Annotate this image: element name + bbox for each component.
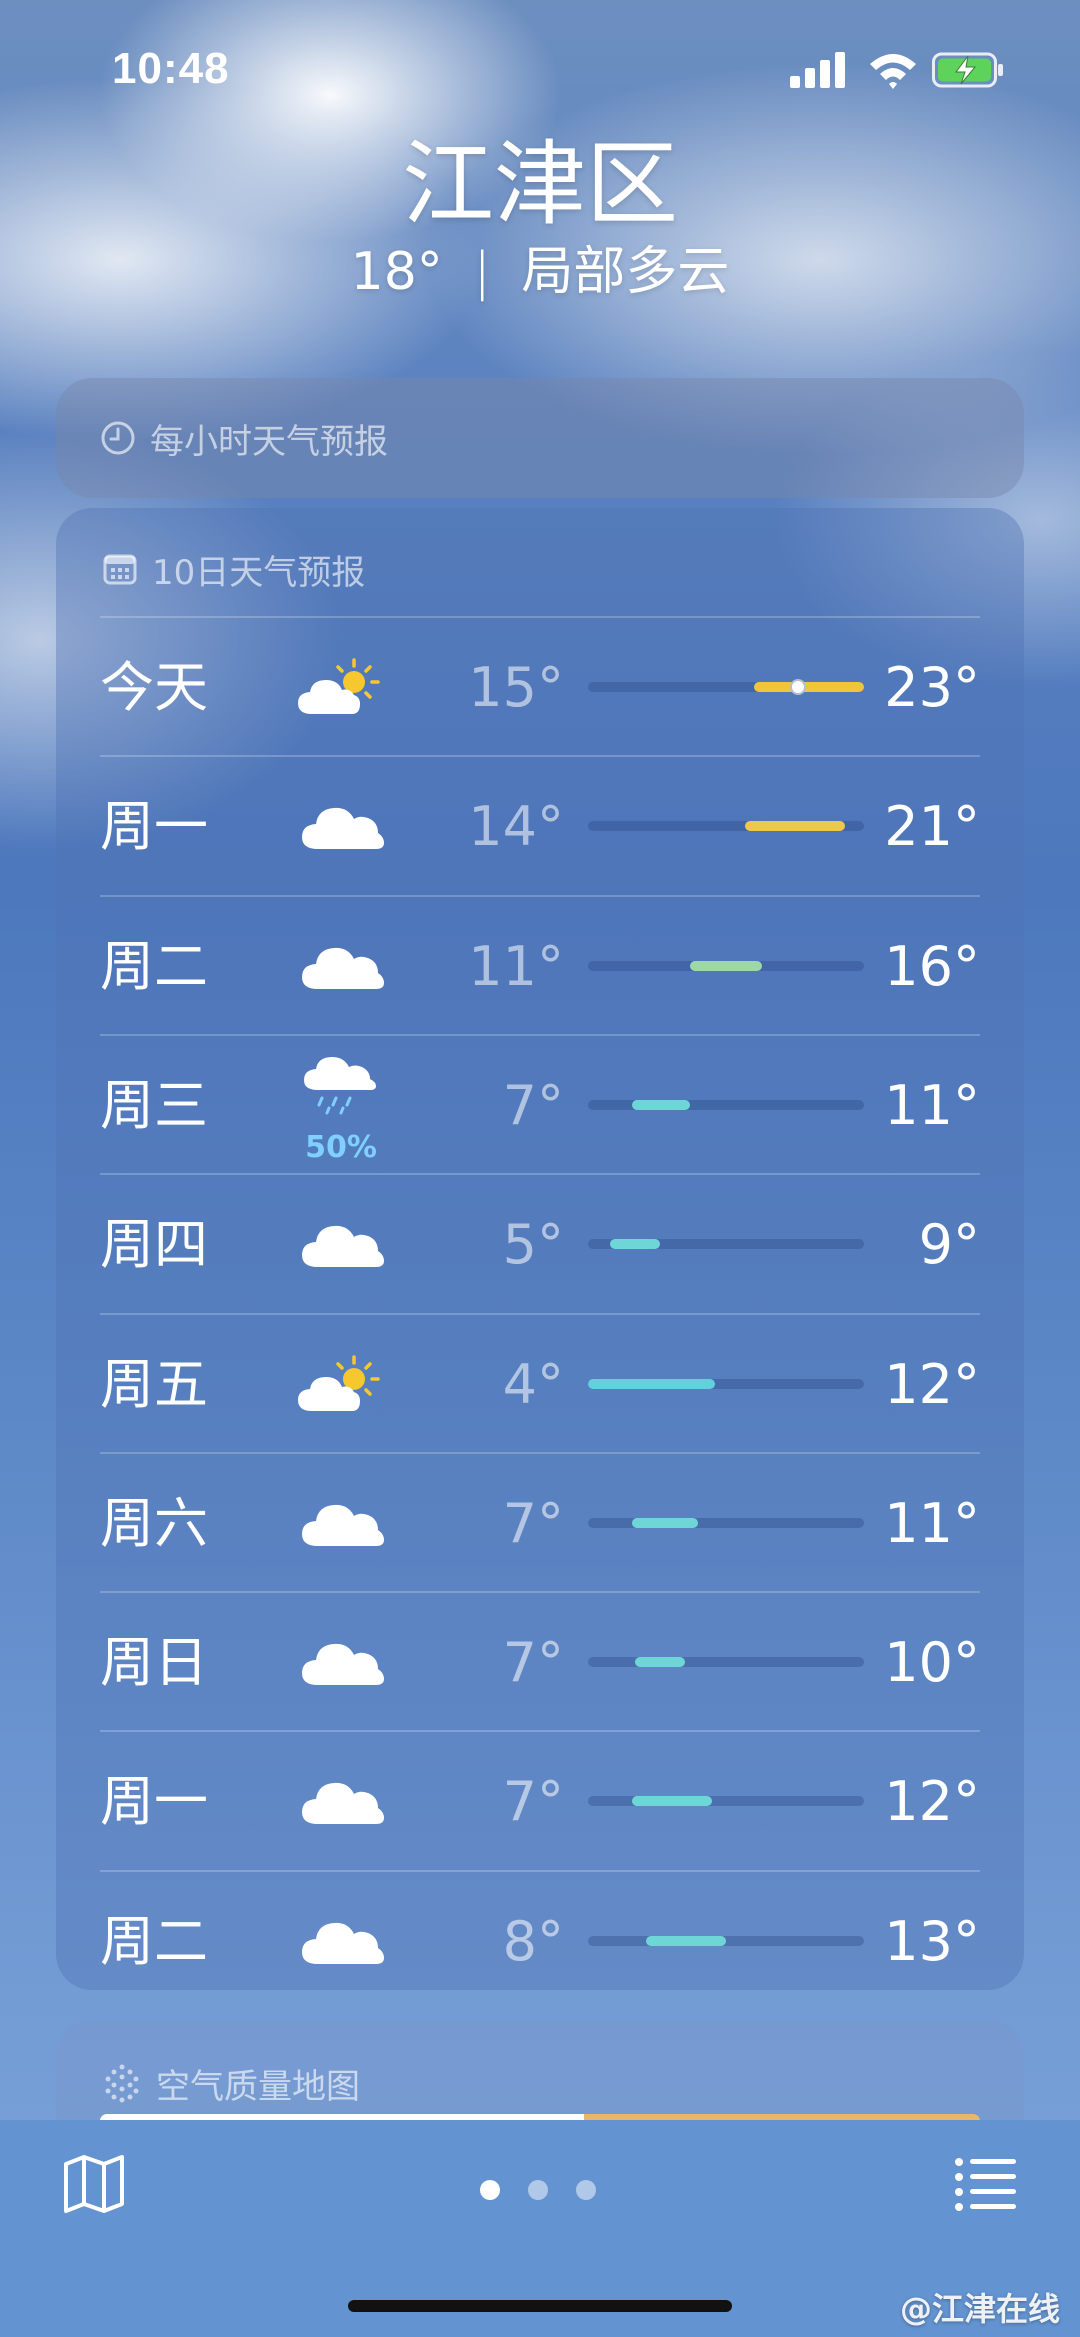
forecast-row[interactable]: 今天 15° 23° [100,618,980,758]
high-temp: 11° [884,1491,980,1555]
forecast-day: 周二 [100,1909,208,1973]
high-temp: 9° [918,1213,980,1277]
forecast-row[interactable]: 周一 14° 21° [100,757,980,897]
high-temp: 11° [884,1073,980,1137]
forecast-row[interactable]: 周六 7° 11° [100,1454,980,1594]
high-temp: 10° [884,1631,980,1695]
current-temp: 18° [350,242,443,302]
temp-range-bar [588,1796,864,1807]
low-temp: 4° [502,1352,564,1416]
temp-range-fill [645,1935,726,1946]
temp-range-bar [588,1239,864,1250]
forecast-row[interactable]: 周一 7° 12° [100,1732,980,1872]
forecast-day: 周五 [100,1352,208,1416]
temp-range-fill [588,1378,715,1389]
wifi-icon [870,54,916,89]
temp-range-fill [690,960,762,971]
temp-range-bar [588,1517,864,1528]
ten-day-forecast-title: 10日天气预报 [152,552,366,593]
calendar-icon [103,554,137,585]
cellular-signal-icon [790,52,845,88]
forecast-row[interactable]: 周三 50% 7° 11° [100,1036,980,1176]
home-indicator[interactable] [348,2300,732,2312]
forecast-row[interactable]: 周四 5° 9° [100,1175,980,1315]
forecast-row[interactable]: 周二 11° 16° [100,897,980,1037]
low-temp: 7° [502,1073,564,1137]
temp-range-fill [634,1657,685,1668]
temp-range-bar [588,1099,864,1110]
ten-day-forecast-card[interactable]: 10日天气预报 今天 15° 23° 周一 14° 21° 周二 11° 16° 周三 50% 7° 1… [56,508,1024,1990]
high-temp: 12° [884,1352,980,1416]
current-temp-marker [789,679,806,695]
forecast-day: 周一 [100,1770,208,1834]
temp-range-bar [588,1657,864,1668]
forecast-row[interactable]: 周日 7° 10° [100,1593,980,1733]
hourly-forecast-card[interactable]: 每小时天气预报 [56,378,1024,498]
ten-day-forecast-header: 10日天气预报 [102,538,365,600]
temp-range-fill [632,1517,699,1528]
current-conditions: 18° | 局部多云 [0,240,1080,304]
page-dot-3[interactable] [576,2180,596,2200]
temp-range-fill [745,821,845,832]
temp-range-fill [753,682,864,692]
hourly-forecast-title: 每小时天气预报 [150,421,388,462]
temp-range-fill [632,1099,691,1110]
low-temp: 8° [502,1909,564,1973]
temp-range-fill [632,1796,713,1807]
forecast-day: 周二 [100,934,208,998]
status-time: 10:48 [112,44,230,93]
watermark: @江津在线 [899,2290,1060,2328]
low-temp: 7° [502,1631,564,1695]
forecast-day: 周三 [100,1073,208,1137]
temp-range-bar [588,821,864,832]
forecast-row[interactable]: 周五 4° 12° [100,1315,980,1455]
forecast-day: 周日 [100,1631,208,1695]
air-quality-header: 空气质量地图 [102,2042,360,2124]
low-temp: 14° [468,795,564,859]
forecast-row[interactable]: 周二 8° 13° [100,1872,980,2012]
forecast-day: 今天 [100,656,208,719]
list-icon[interactable] [954,2156,1018,2212]
high-temp: 21° [884,795,980,859]
page-dot-2[interactable] [528,2180,548,2200]
hourly-forecast-header: 每小时天气预报 [100,378,388,498]
low-temp: 11° [468,934,564,998]
temp-range-fill [610,1239,660,1250]
low-temp: 15° [468,656,564,719]
low-temp: 7° [502,1770,564,1834]
temp-range-bar [588,960,864,971]
high-temp: 16° [884,934,980,998]
temp-range-bar [588,1935,864,1946]
temp-range-bar [588,1378,864,1389]
forecast-day: 周一 [100,795,208,859]
high-temp: 23° [884,656,980,719]
clock-icon [101,421,135,455]
city-name: 江津区 [401,131,678,238]
page-indicator[interactable] [480,2180,600,2200]
status-bar: 10:48 [0,0,1080,140]
condition-text: 局部多云 [521,242,730,302]
air-quality-dots-icon [105,2064,139,2103]
high-temp: 12° [884,1770,980,1834]
air-quality-title: 空气质量地图 [156,2066,360,2107]
forecast-day: 周四 [100,1213,208,1277]
page-dot-1[interactable] [480,2180,500,2200]
separator: | [473,242,491,302]
location-header: 江津区 18° | 局部多云 [0,130,1080,304]
forecast-day: 周六 [100,1491,208,1555]
low-temp: 7° [502,1491,564,1555]
temp-range-bar [588,679,864,695]
high-temp: 13° [884,1909,980,1973]
map-icon[interactable] [62,2152,126,2216]
low-temp: 5° [502,1213,564,1277]
battery-charging-icon [932,52,1003,88]
